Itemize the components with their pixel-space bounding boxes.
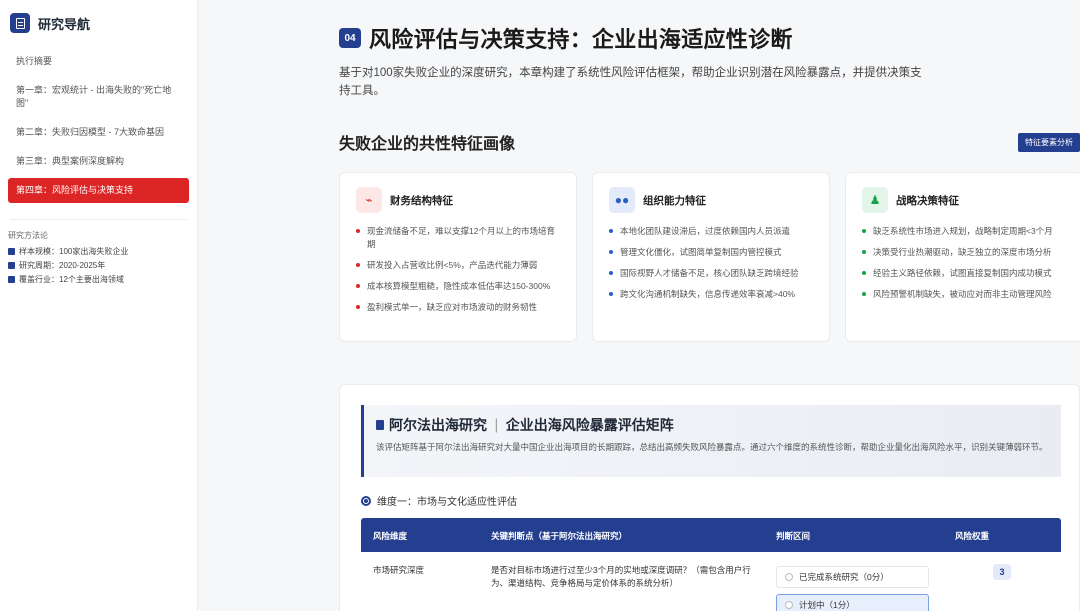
sidebar-item-summary[interactable]: 执行摘要 xyxy=(8,49,189,74)
sidebar-item-chapter-2[interactable]: 第二章：失败归因模型 - 7大致命基因 xyxy=(8,120,189,145)
matrix-title-separator: | xyxy=(494,417,499,433)
brand-title: 研究导航 xyxy=(38,16,91,32)
feature-analysis-tag[interactable]: 特征要素分析 xyxy=(1018,132,1080,152)
sidebar-item-chapter-1[interactable]: 第一章：宏观统计 - 出海失败的"死亡地图" xyxy=(8,78,189,116)
list-item: 经验主义路径依赖，试图直接复制国内成功模式 xyxy=(862,267,1066,280)
radio-icon xyxy=(785,601,793,609)
matrix-title-right: 企业出海风险暴露评估矩阵 xyxy=(505,418,674,434)
sidebar-nav: 执行摘要 第一章：宏观统计 - 出海失败的"死亡地图" 第二章：失败归因模型 -… xyxy=(0,43,197,213)
chart-icon: ⌁ xyxy=(356,187,382,213)
dimension-heading: 维度一：市场与文化适应性评估 xyxy=(361,493,517,508)
card-title: 战略决策特征 xyxy=(896,194,959,207)
methodology-sample: 样本规模：100家出海失败企业 xyxy=(19,247,129,256)
row-dimension: 市场研究深度 xyxy=(373,565,425,575)
list-item: 研发投入占营收比例<5%，产品迭代能力薄弱 xyxy=(356,259,560,272)
matrix-table-header: 风险维度 关键判断点（基于阿尔法出海研究） 判断区间 风险权重 xyxy=(361,518,1061,552)
feature-card-organization: ●● 组织能力特征 本地化团队建设滞后，过度依赖国内人员派遣 管理文化僵化，试图… xyxy=(592,172,830,342)
calendar-icon xyxy=(8,262,15,269)
page-title: 04 风险评估与决策支持：企业出海适应性诊断 xyxy=(339,22,793,54)
globe-icon xyxy=(361,495,371,506)
table-row: 市场研究深度 是否对目标市场进行过至少3个月的实地或深度调研？（需包含用户行为、… xyxy=(361,552,1061,611)
feature-card-strategy: ♟ 战略决策特征 缺乏系统性市场进入规划，战略制定周期<3个月 决策受行业热潮驱… xyxy=(845,172,1080,342)
option-label: 计划中（1分） xyxy=(799,600,855,610)
list-item: 本地化团队建设滞后，过度依赖国内人员派遣 xyxy=(609,225,813,238)
list-item: 现金流储备不足，难以支撑12个月以上的市场培育期 xyxy=(356,225,560,251)
methodology-row: 样本规模：100家出海失败企业 xyxy=(8,246,189,257)
sidebar: 研究导航 执行摘要 第一章：宏观统计 - 出海失败的"死亡地图" 第二章：失败归… xyxy=(0,0,198,611)
list-item: 决策受行业热潮驱动，缺乏独立的深度市场分析 xyxy=(862,246,1066,259)
card-title: 组织能力特征 xyxy=(643,194,706,207)
page-title-text: 风险评估与决策支持：企业出海适应性诊断 xyxy=(369,27,793,53)
matrix-description: 该评估矩阵基于阿尔法出海研究对大量中国企业出海项目的长期跟踪，总结出高频失败风险… xyxy=(376,442,1048,452)
database-icon xyxy=(8,248,15,255)
risk-matrix-section: 阿尔法出海研究 | 企业出海风险暴露评估矩阵 该评估矩阵基于阿尔法出海研究对大量… xyxy=(339,384,1080,611)
page: 研究导航 执行摘要 第一章：宏观统计 - 出海失败的"死亡地图" 第二章：失败归… xyxy=(0,0,1080,611)
team-icon: ●● xyxy=(609,187,635,213)
industry-icon xyxy=(8,276,15,283)
main-content: 04 风险评估与决策支持：企业出海适应性诊断 基于对100家失败企业的深度研究，… xyxy=(199,0,1080,611)
list-item: 管理文化僵化，试图简单复制国内管控模式 xyxy=(609,246,813,259)
card-title: 财务结构特征 xyxy=(390,194,453,207)
column-header-weight: 风险权重 xyxy=(955,531,990,541)
card-header: ⌁ 财务结构特征 xyxy=(356,187,560,213)
profile-section-header: 失败企业的共性特征画像 特征要素分析 xyxy=(339,130,1080,154)
row-question: 是否对目标市场进行过至少3个月的实地或深度调研？（需包含用户行为、渠道结构、竞争… xyxy=(491,565,751,588)
sidebar-item-chapter-4[interactable]: 第四章：风险评估与决策支持 xyxy=(8,178,189,203)
chapter-badge: 04 xyxy=(339,28,361,48)
sidebar-divider xyxy=(10,219,187,220)
card-list: 缺乏系统性市场进入规划，战略制定周期<3个月 决策受行业热潮驱动，缺乏独立的深度… xyxy=(862,225,1066,301)
card-list: 本地化团队建设滞后，过度依赖国内人员派遣 管理文化僵化，试图简单复制国内管控模式… xyxy=(609,225,813,301)
column-header-question: 关键判断点（基于阿尔法出海研究） xyxy=(491,531,628,541)
radio-icon xyxy=(785,573,793,581)
card-list: 现金流储备不足，难以支撑12个月以上的市场培育期 研发投入占营收比例<5%，产品… xyxy=(356,225,560,314)
list-item: 缺乏系统性市场进入规划，战略制定周期<3个月 xyxy=(862,225,1066,238)
weight-badge: 3 xyxy=(993,564,1011,580)
sidebar-item-chapter-3[interactable]: 第三章：典型案例深度解构 xyxy=(8,149,189,174)
methodology-row: 研究周期：2020-2025年 xyxy=(8,260,189,271)
option-planned[interactable]: 计划中（1分） xyxy=(776,594,929,611)
column-header-dimension: 风险维度 xyxy=(373,531,408,541)
dimension-title: 维度一：市场与文化适应性评估 xyxy=(377,497,517,508)
list-item: 国际视野人才储备不足，核心团队缺乏跨境经验 xyxy=(609,267,813,280)
option-completed[interactable]: 已完成系统研究（0分） xyxy=(776,566,929,588)
methodology: 研究方法论 样本规模：100家出海失败企业 研究周期：2020-2025年 覆盖… xyxy=(0,230,197,285)
chess-icon: ♟ xyxy=(862,187,888,213)
card-header: ♟ 战略决策特征 xyxy=(862,187,1066,213)
column-header-range: 判断区间 xyxy=(776,531,811,541)
page-description: 基于对100家失败企业的深度研究，本章构建了系统性风险评估框架，帮助企业识别潜在… xyxy=(339,67,922,97)
matrix-title: 阿尔法出海研究 | 企业出海风险暴露评估矩阵 xyxy=(376,415,1049,435)
list-item: 风险预警机制缺失，被动应对而非主动管理风险 xyxy=(862,288,1066,301)
matrix-title-left: 阿尔法出海研究 xyxy=(389,418,487,434)
feature-card-finance: ⌁ 财务结构特征 现金流储备不足，难以支撑12个月以上的市场培育期 研发投入占营… xyxy=(339,172,577,342)
methodology-row: 覆盖行业：12个主要出海领域 xyxy=(8,274,189,285)
option-label: 已完成系统研究（0分） xyxy=(799,572,889,582)
book-icon xyxy=(10,13,30,33)
sidebar-brand: 研究导航 xyxy=(0,0,197,43)
matrix-header: 阿尔法出海研究 | 企业出海风险暴露评估矩阵 该评估矩阵基于阿尔法出海研究对大量… xyxy=(361,405,1061,477)
card-header: ●● 组织能力特征 xyxy=(609,187,813,213)
methodology-period: 研究周期：2020-2025年 xyxy=(19,261,106,270)
list-item: 成本核算模型粗糙，隐性成本低估率达150-300% xyxy=(356,280,560,293)
methodology-title: 研究方法论 xyxy=(8,231,48,240)
profile-section-title: 失败企业的共性特征画像 xyxy=(339,134,516,153)
methodology-industry: 覆盖行业：12个主要出海领域 xyxy=(19,275,124,284)
document-icon xyxy=(376,420,384,430)
list-item: 跨文化沟通机制缺失，信息传递效率衰减>40% xyxy=(609,288,813,301)
list-item: 盈利模式单一，缺乏应对市场波动的财务韧性 xyxy=(356,301,560,314)
